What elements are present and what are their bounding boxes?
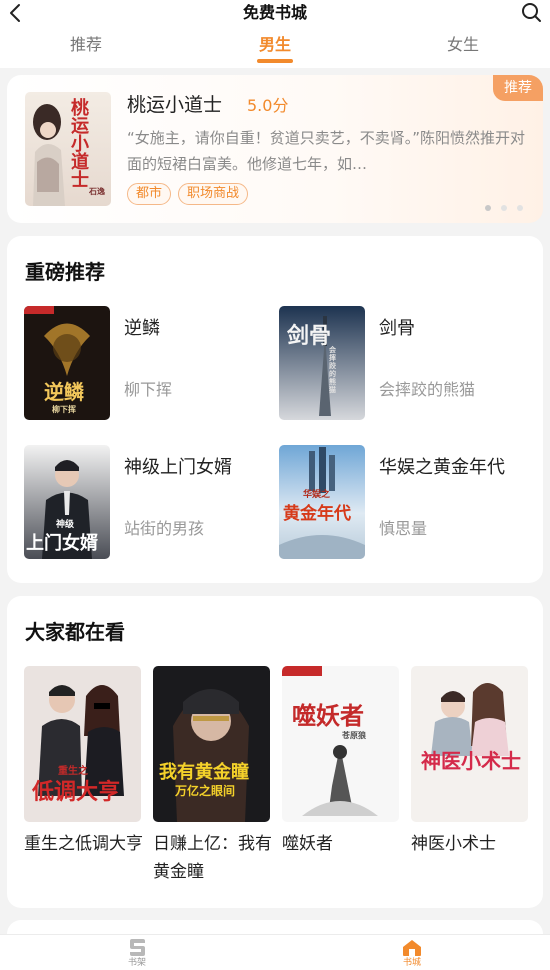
- popular-section: 大家都在看 重生之 低调大亨 重生之低调大亨 我有黄金瞳 万亿之眼间 日赚上亿：…: [7, 596, 543, 908]
- book-cover[interactable]: 噬妖者 苍原狼: [282, 666, 399, 822]
- tag-business[interactable]: 职场商战: [178, 183, 249, 205]
- cover-title: 噬妖者: [292, 701, 364, 730]
- book-author: 会摔跤的熊猫: [379, 380, 476, 399]
- book-cover[interactable]: 剑骨 会摔跤的熊猫: [279, 306, 365, 420]
- book-title[interactable]: 噬妖者: [282, 830, 402, 858]
- featured-book[interactable]: 逆鳞 柳下挥 逆鳞 柳下挥: [24, 306, 274, 422]
- cover-title: 神医小术士: [421, 749, 521, 773]
- recommend-badge: 推荐: [493, 75, 543, 101]
- page-title: 免费书城: [242, 3, 307, 22]
- book-title[interactable]: 神级上门女婿: [124, 455, 232, 481]
- search-button[interactable]: [520, 1, 542, 23]
- tab-female[interactable]: 女生: [423, 34, 503, 56]
- banner-cover-title: 桃运小道士: [71, 98, 89, 191]
- nav-bookstore-label: 书城: [402, 958, 421, 968]
- home-icon: [403, 940, 421, 956]
- tab-male-label: 男生: [258, 35, 291, 54]
- book-cover[interactable]: 逆鳞 柳下挥: [24, 306, 110, 420]
- book-cover[interactable]: 我有黄金瞳 万亿之眼间: [153, 666, 270, 822]
- book-title[interactable]: 神医小术士: [411, 830, 531, 858]
- book-title[interactable]: 逆鳞: [124, 316, 160, 342]
- book-author: 站街的男孩: [124, 519, 205, 538]
- banner-tags: 都市 职场商战: [127, 183, 249, 205]
- cover-title: 逆鳞: [44, 380, 84, 404]
- tab-recommend[interactable]: 推荐: [46, 34, 126, 56]
- search-icon: [522, 3, 541, 22]
- cover-author: 会摔跤的熊猫: [329, 345, 336, 394]
- nav-bookstore[interactable]: 书城: [382, 939, 442, 969]
- banner-book-cover[interactable]: 桃运小道士 石逸: [25, 92, 111, 206]
- active-tab-indicator: [257, 59, 293, 63]
- book-author: 柳下挥: [124, 380, 173, 399]
- category-tabs: 推荐 男生 女生: [0, 34, 550, 64]
- popular-title: 大家都在看: [25, 620, 125, 644]
- book-title[interactable]: 华娱之黄金年代: [379, 455, 505, 481]
- featured-section: 重磅推荐 逆鳞 柳下挥 逆鳞 柳下挥 剑骨 会摔跤的熊猫 剑骨 会摔跤的熊猫 神…: [7, 236, 543, 583]
- tab-male[interactable]: 男生: [235, 34, 315, 63]
- carousel-dot[interactable]: [517, 205, 523, 211]
- featured-book[interactable]: 神级 上门女婿 神级上门女婿 站街的男孩: [24, 445, 274, 561]
- cover-title: 低调大亨: [32, 779, 121, 805]
- book-title[interactable]: 日赚上亿：我有黄金瞳: [153, 830, 273, 886]
- featured-book[interactable]: 华娱之 黄金年代 华娱之黄金年代 慎思量: [279, 445, 529, 561]
- cover-title: 上门女婿: [26, 533, 98, 554]
- book-title[interactable]: 重生之低调大亨: [24, 830, 144, 858]
- carousel-dots: [485, 205, 523, 211]
- banner-book-score: 5.0分: [247, 96, 289, 115]
- bookshelf-icon: [130, 939, 145, 956]
- cover-author: 柳下挥: [52, 404, 76, 414]
- cover-title: 剑骨: [287, 323, 332, 349]
- book-author: 慎思量: [379, 519, 428, 538]
- banner-book-title[interactable]: 桃运小道士: [127, 92, 222, 118]
- carousel-dot[interactable]: [501, 205, 507, 211]
- featured-book[interactable]: 剑骨 会摔跤的熊猫 剑骨 会摔跤的熊猫: [279, 306, 529, 422]
- carousel-dot[interactable]: [485, 205, 491, 211]
- tag-urban[interactable]: 都市: [127, 183, 172, 205]
- banner-carousel[interactable]: 桃运小道士 石逸 桃运小道士 5.0分 “女施主，请你自重！贫道只卖艺，不卖肾。…: [7, 75, 543, 223]
- nav-bookshelf[interactable]: 书架: [107, 939, 167, 969]
- book-cover[interactable]: 神医小术士: [411, 666, 528, 822]
- featured-title: 重磅推荐: [25, 260, 105, 284]
- banner-cover-author: 石逸: [89, 186, 105, 196]
- nav-bookshelf-label: 书架: [127, 958, 146, 968]
- cover-art: [282, 666, 399, 822]
- cover-art: [411, 666, 528, 822]
- book-cover[interactable]: 华娱之 黄金年代: [279, 445, 365, 559]
- cover-title: 黄金年代: [283, 504, 351, 524]
- book-title[interactable]: 剑骨: [379, 316, 415, 342]
- book-cover[interactable]: 重生之 低调大亨: [24, 666, 141, 822]
- book-cover[interactable]: 神级 上门女婿: [24, 445, 110, 559]
- bottom-navigation: 书架 书城: [0, 934, 550, 970]
- cover-title: 我有黄金瞳: [159, 762, 249, 783]
- cover-author: 苍原狼: [342, 730, 366, 740]
- banner-book-description: “女施主，请你自重！贫道只卖艺，不卖肾。”陈阳愤然推开对面的短裙白富美。他修道七…: [127, 129, 526, 173]
- top-bar: 免费书城 推荐 男生 女生: [0, 0, 550, 68]
- cover-subtitle: 万亿之眼间: [175, 784, 236, 798]
